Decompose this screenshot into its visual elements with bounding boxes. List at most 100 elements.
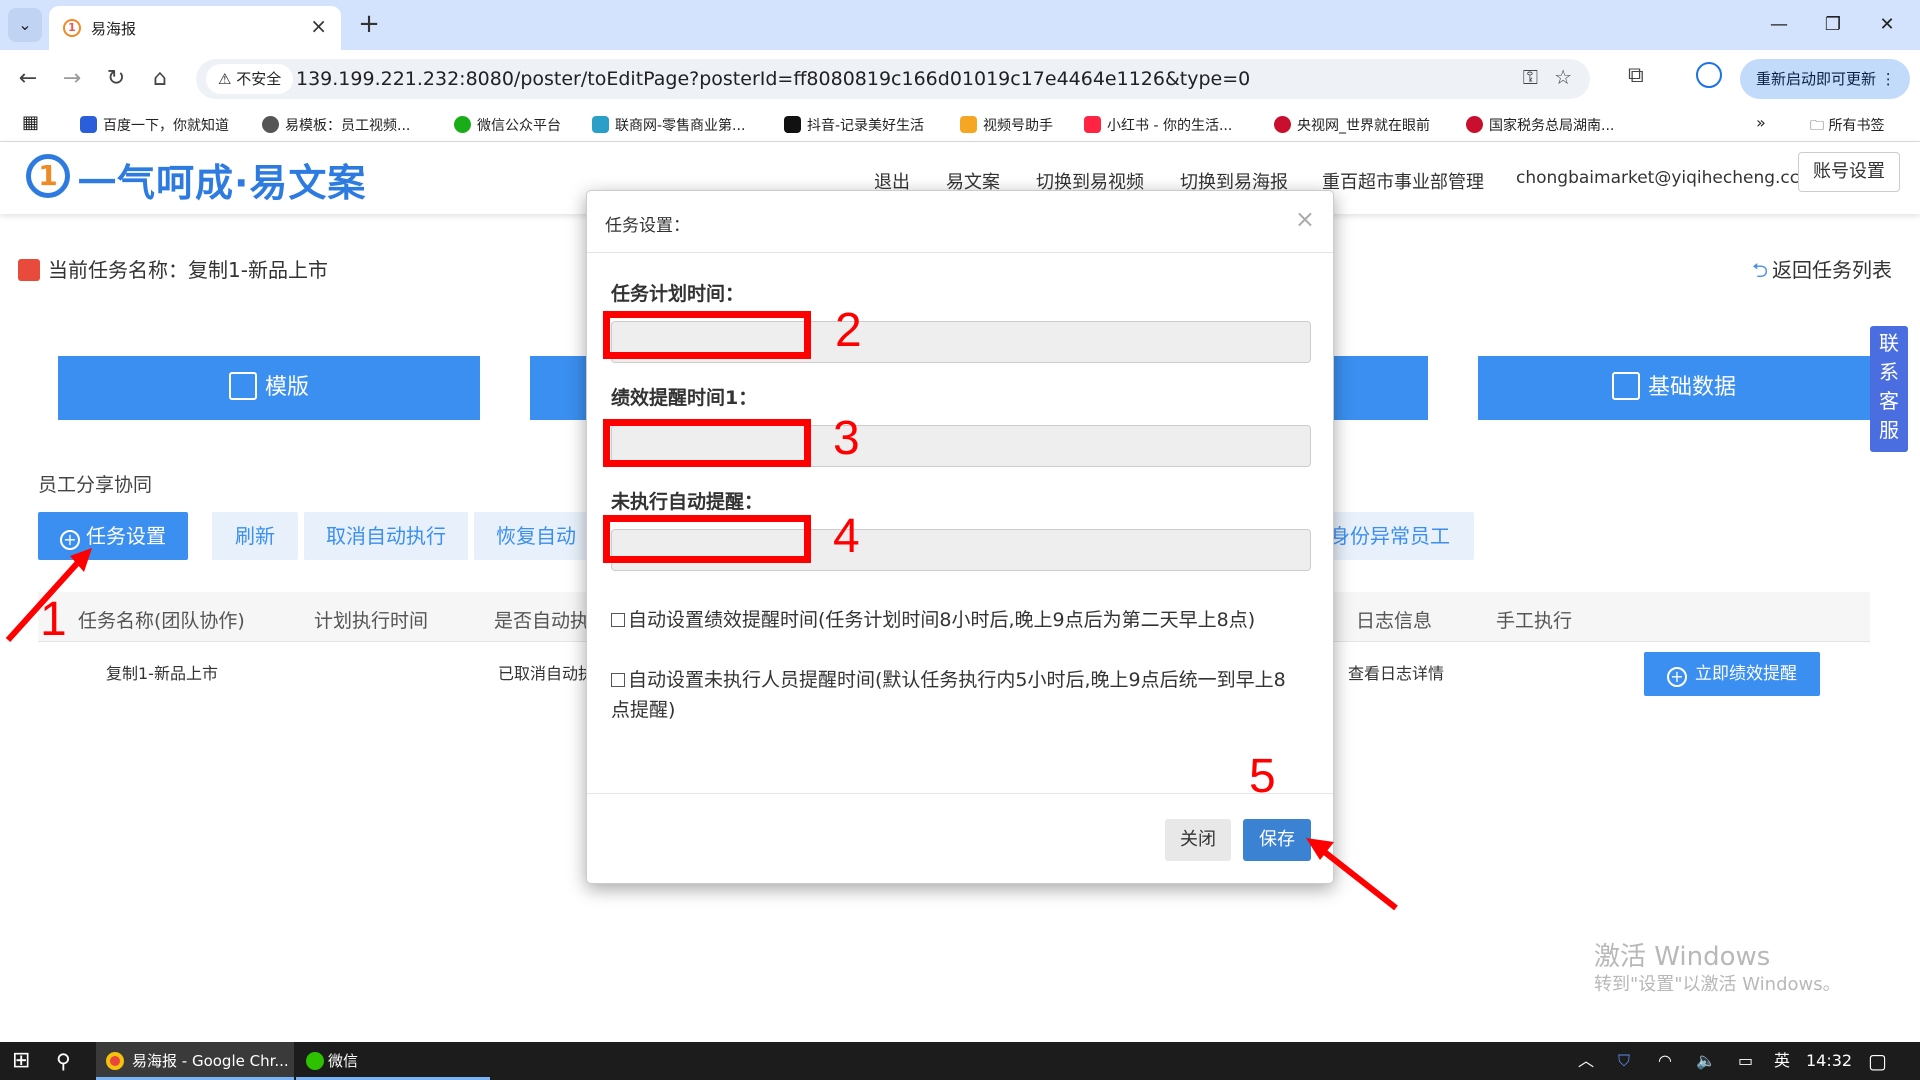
row-auto-status: 已取消自动执 [498, 664, 595, 683]
close-window-icon[interactable]: ✕ [1864, 8, 1910, 42]
close-icon[interactable]: × [1295, 205, 1315, 233]
activation-watermark: 激活 Windows [1594, 942, 1771, 972]
dialog-title: 任务设置： [605, 216, 690, 236]
insecure-badge[interactable]: ⚠ 不安全 [206, 64, 294, 94]
search-icon[interactable]: ⚲ [56, 1042, 71, 1080]
chrome-icon [106, 1052, 124, 1070]
taskbar-chrome[interactable]: 易海报 - Google Chr... [96, 1042, 294, 1080]
bookmark-item[interactable]: 小红书 - 你的生活... [1084, 115, 1232, 135]
annotation-4: 4 [833, 510, 860, 563]
apps-grid-icon[interactable]: ▦ [22, 112, 39, 133]
battery-icon[interactable]: ▭ [1738, 1042, 1753, 1080]
auto-unexec-checkbox[interactable] [611, 673, 625, 687]
logo-text: 一气呵成·易文案 [78, 161, 367, 205]
restore-icon[interactable]: ❐ [1810, 8, 1856, 42]
plus-circle-icon: + [1667, 667, 1687, 687]
shield-icon[interactable]: ⛉ [1618, 1042, 1630, 1080]
notification-icon[interactable]: ▢ [1868, 1042, 1887, 1080]
browser-titlebar: ⌄ 1 易海报 × + — ❐ ✕ [0, 0, 1920, 50]
tab-title: 易海报 [91, 20, 137, 38]
bookmark-item[interactable]: 央视网_世界就在眼前 [1274, 115, 1430, 135]
forward-arrow-icon[interactable]: → [54, 61, 90, 97]
taskbar-wechat[interactable]: 微信 [296, 1042, 490, 1080]
cancel-auto-button[interactable]: 取消自动执行 [304, 512, 468, 560]
site-favicon: 1 [63, 19, 81, 37]
activation-watermark-sub: 转到"设置"以激活 Windows。 [1594, 974, 1841, 995]
bookmark-item[interactable]: 微信公众平台 [454, 115, 561, 135]
col-plan-time: 计划执行时间 [314, 610, 429, 632]
bookmark-item[interactable]: 易模板：员工视频... [262, 115, 410, 135]
bookmarks-bar: ▦ 百度一下，你就知道 易模板：员工视频... 微信公众平台 联商网-零售商业第… [0, 108, 1920, 142]
address-bar[interactable]: ⚠ 不安全 139.199.221.232:8080/poster/toEdit… [196, 59, 1590, 99]
network-icon[interactable]: ◠ [1658, 1042, 1672, 1080]
annotation-arrow-1 [5, 548, 92, 643]
auto-perf-checkbox-row[interactable]: 自动设置绩效提醒时间(任务计划时间8小时后,晚上9点后为第二天早上8点) [611, 605, 1301, 635]
reload-icon[interactable]: ↻ [98, 61, 134, 97]
resume-auto-button[interactable]: 恢复自动执 [474, 512, 590, 560]
chevron-up-icon[interactable]: ︿ [1578, 1042, 1594, 1080]
annotation-2: 2 [835, 304, 862, 357]
highlight-box-2 [603, 311, 811, 359]
auto-unexec-checkbox-row[interactable]: 自动设置未执行人员提醒时间(默认任务执行内5小时后,晚上9点后统一到早上8点提醒… [611, 665, 1301, 725]
home-icon[interactable]: ⌂ [142, 61, 178, 97]
new-tab-button[interactable]: + [352, 8, 386, 42]
nav-account-email[interactable]: chongbaimarket@yiqihecheng.cc [1516, 168, 1799, 188]
bookmark-item[interactable]: 抖音-记录美好生活 [784, 115, 924, 135]
abnormal-staff-button[interactable]: 身份异常员工 [1330, 512, 1474, 560]
update-button[interactable]: 重新启动即可更新 ⋮ [1740, 59, 1910, 99]
all-bookmarks-folder[interactable]: 🗀 所有书签 [1810, 115, 1884, 139]
back-to-list-link[interactable]: ⮌ 返回任务列表 [1752, 254, 1892, 290]
windows-taskbar: ⊞ ⚲ 易海报 - Google Chr... 微信 ︿ ⛉ ◠ 🔈 ▭ 英 1… [0, 1042, 1920, 1080]
bookmark-star-icon[interactable]: ☆ [1554, 65, 1572, 89]
bookmark-item[interactable]: 联商网-零售商业第... [592, 115, 745, 135]
ime-indicator[interactable]: 英 [1774, 1042, 1790, 1080]
bookmark-item[interactable]: 百度一下，你就知道 [80, 115, 229, 135]
refresh-button[interactable]: 刷新 [212, 512, 298, 560]
contact-service-tab[interactable]: 联系客服 [1870, 326, 1908, 452]
perf-remind-label: 绩效提醒时间1： [611, 387, 758, 409]
row-task-name: 复制1-新品上市 [106, 664, 218, 683]
account-settings-button[interactable]: 账号设置 [1798, 152, 1900, 192]
dialog-close-button[interactable]: 关闭 [1165, 819, 1231, 861]
highlight-box-4 [603, 515, 811, 563]
clock[interactable]: 14:32 [1806, 1042, 1852, 1080]
return-arrow-icon: ⮌ [1752, 258, 1769, 282]
url-text[interactable]: 139.199.221.232:8080/poster/toEditPage?p… [296, 68, 1250, 90]
plan-time-label: 任务计划时间： [611, 283, 745, 305]
auto-perf-checkbox[interactable] [611, 613, 625, 627]
volume-icon[interactable]: 🔈 [1696, 1042, 1716, 1080]
highlight-box-3 [603, 419, 811, 467]
col-manual: 手工执行 [1496, 610, 1573, 632]
back-arrow-icon[interactable]: ← [10, 61, 46, 97]
layout-icon [228, 372, 257, 400]
bookmark-item[interactable]: 国家税务总局湖南... [1466, 115, 1614, 135]
windows-start-icon[interactable]: ⊞ [12, 1042, 30, 1080]
bookmark-item[interactable]: 视频号助手 [960, 115, 1053, 135]
wechat-icon [306, 1052, 324, 1070]
folder-icon: 🗀 [1810, 118, 1829, 134]
browser-toolbar: ← → ↻ ⌂ ⚠ 不安全 139.199.221.232:8080/poste… [0, 50, 1920, 108]
profile-icon[interactable] [1696, 62, 1722, 88]
current-task-name: 当前任务名称：复制1-新品上市 [18, 254, 328, 283]
password-key-icon[interactable]: ⚿ [1523, 65, 1538, 89]
browser-tab-active[interactable]: 1 易海报 × [49, 6, 341, 50]
nav-dept-management[interactable]: 重百超市事业部管理 [1322, 168, 1484, 194]
section-label: 员工分享协同 [38, 474, 153, 496]
row-log-link[interactable]: 查看日志详情 [1348, 660, 1444, 684]
col-auto: 是否自动执 [494, 610, 590, 632]
perf-remind-button[interactable]: + 立即绩效提醒 [1644, 652, 1820, 696]
extensions-icon[interactable]: ⧉ [1628, 63, 1644, 88]
annotation-arrow-5 [1306, 838, 1398, 911]
base-data-button[interactable]: 基础数据 [1478, 356, 1870, 420]
annotation-3: 3 [833, 412, 860, 465]
close-tab-icon[interactable]: × [310, 14, 327, 38]
edit-icon [18, 259, 40, 281]
more-bookmarks-icon[interactable]: » [1756, 113, 1766, 132]
dialog-header: 任务设置： × [587, 191, 1333, 253]
col-log: 日志信息 [1356, 610, 1433, 632]
warning-icon: ⚠ [218, 70, 237, 88]
tab-search-button[interactable]: ⌄ [8, 8, 42, 42]
minimize-icon[interactable]: — [1756, 8, 1802, 42]
data-icon [1611, 372, 1640, 400]
template-button[interactable]: 模版 [58, 356, 480, 420]
